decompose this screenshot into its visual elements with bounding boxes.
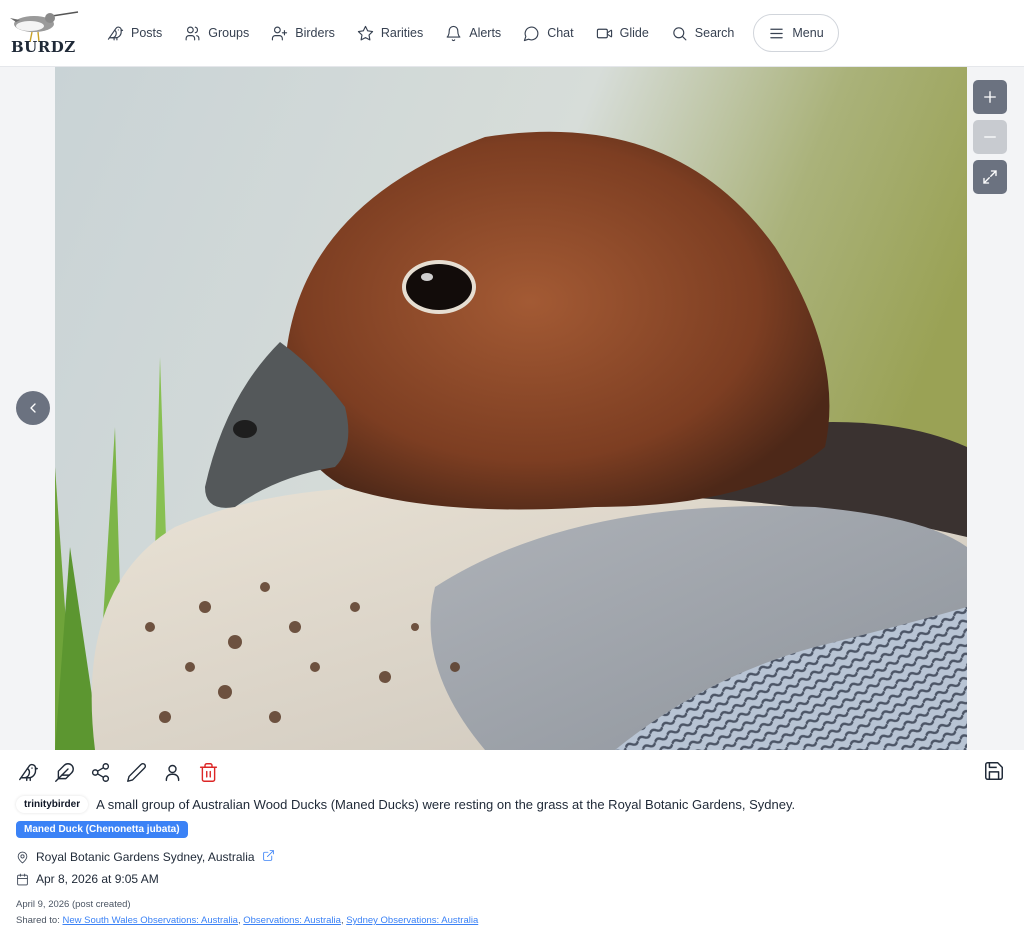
expand-icon bbox=[983, 170, 997, 184]
nav-search-label: Search bbox=[694, 26, 735, 40]
post-details: trinitybirder A small group of Australia… bbox=[0, 750, 1024, 940]
image-viewer bbox=[0, 67, 1024, 750]
location-text: Royal Botanic Gardens Sydney, Australia bbox=[36, 850, 255, 864]
nav-alerts[interactable]: Alerts bbox=[434, 14, 512, 52]
feather-action-button[interactable] bbox=[52, 760, 76, 784]
video-icon bbox=[596, 28, 612, 38]
shared-to-label: Shared to: bbox=[16, 915, 60, 926]
post-photo[interactable] bbox=[55, 67, 967, 750]
shared-group-link[interactable]: New South Wales Observations: Australia bbox=[62, 915, 237, 926]
delete-button[interactable] bbox=[196, 760, 220, 784]
bird-icon bbox=[18, 763, 38, 781]
share-icon bbox=[91, 762, 109, 782]
menu-button[interactable]: Menu bbox=[753, 14, 839, 52]
duck-photo-illustration bbox=[55, 67, 967, 750]
observed-date-text: Apr 8, 2026 at 9:05 AM bbox=[36, 872, 159, 886]
bird-logo-icon bbox=[10, 11, 79, 43]
nav-birders[interactable]: Birders bbox=[260, 14, 346, 52]
nav-rarities-label: Rarities bbox=[380, 26, 424, 40]
map-pin-icon bbox=[17, 851, 28, 863]
main-nav: Posts Groups Birders Rarities Alerts Cha… bbox=[96, 14, 839, 52]
external-link[interactable] bbox=[262, 849, 275, 865]
bird-action-button[interactable] bbox=[16, 760, 40, 784]
location-line: Royal Botanic Gardens Sydney, Australia bbox=[16, 849, 275, 865]
nav-groups[interactable]: Groups bbox=[173, 14, 260, 52]
shared-group-link[interactable]: Sydney Observations: Australia bbox=[346, 915, 478, 926]
caption-row: trinitybirder A small group of Australia… bbox=[16, 796, 795, 813]
nav-groups-label: Groups bbox=[208, 26, 250, 40]
nav-posts[interactable]: Posts bbox=[96, 14, 173, 52]
pencil-icon bbox=[126, 762, 146, 782]
post-created-date: April 9, 2026 (post created) bbox=[16, 899, 131, 910]
bell-icon bbox=[446, 25, 461, 41]
shared-group-link[interactable]: Observations: Australia bbox=[243, 915, 341, 926]
zoom-in-button[interactable] bbox=[973, 80, 1007, 114]
brand-name: BURDZ bbox=[11, 38, 76, 56]
observed-date-line: Apr 8, 2026 at 9:05 AM bbox=[16, 872, 159, 886]
chat-bubble-icon bbox=[524, 26, 539, 41]
nav-glide[interactable]: Glide bbox=[585, 14, 660, 52]
username-chip[interactable]: trinitybirder bbox=[16, 796, 89, 813]
nav-glide-label: Glide bbox=[619, 26, 649, 40]
post-actions bbox=[16, 760, 220, 784]
external-link-icon bbox=[262, 850, 274, 861]
menu-button-label: Menu bbox=[792, 26, 824, 40]
top-nav-bar: BURDZ Posts Groups Birders Rarities Aler… bbox=[0, 0, 1024, 67]
bird-icon bbox=[107, 26, 124, 40]
nav-search[interactable]: Search bbox=[660, 14, 746, 52]
nav-chat-label: Chat bbox=[547, 26, 574, 40]
user-plus-icon bbox=[272, 26, 288, 40]
nav-birders-label: Birders bbox=[295, 26, 335, 40]
species-tag[interactable]: Maned Duck (Chenonetta jubata) bbox=[16, 821, 188, 838]
previous-photo-button[interactable] bbox=[16, 391, 50, 425]
plus-icon bbox=[984, 91, 996, 103]
save-button[interactable] bbox=[983, 760, 1007, 784]
shared-to-line: Shared to: New South Wales Observations:… bbox=[16, 915, 479, 926]
profile-button[interactable] bbox=[160, 760, 184, 784]
nav-rarities[interactable]: Rarities bbox=[346, 14, 434, 52]
hamburger-icon bbox=[770, 28, 784, 38]
calendar-icon bbox=[17, 873, 28, 885]
user-icon bbox=[165, 764, 179, 781]
nav-posts-label: Posts bbox=[131, 26, 163, 40]
trash-icon bbox=[199, 762, 217, 782]
zoom-out-button[interactable] bbox=[973, 120, 1007, 154]
users-icon bbox=[185, 26, 200, 40]
nav-chat[interactable]: Chat bbox=[512, 14, 584, 52]
post-caption: A small group of Australian Wood Ducks (… bbox=[96, 797, 796, 812]
share-button[interactable] bbox=[88, 760, 112, 784]
search-icon bbox=[673, 26, 687, 40]
minus-icon bbox=[984, 136, 996, 138]
save-icon bbox=[985, 762, 1003, 780]
nav-alerts-label: Alerts bbox=[469, 26, 502, 40]
edit-button[interactable] bbox=[124, 760, 148, 784]
fullscreen-button[interactable] bbox=[973, 160, 1007, 194]
chevron-left-icon bbox=[30, 403, 36, 413]
star-icon bbox=[357, 25, 374, 40]
feather-icon bbox=[54, 762, 74, 782]
